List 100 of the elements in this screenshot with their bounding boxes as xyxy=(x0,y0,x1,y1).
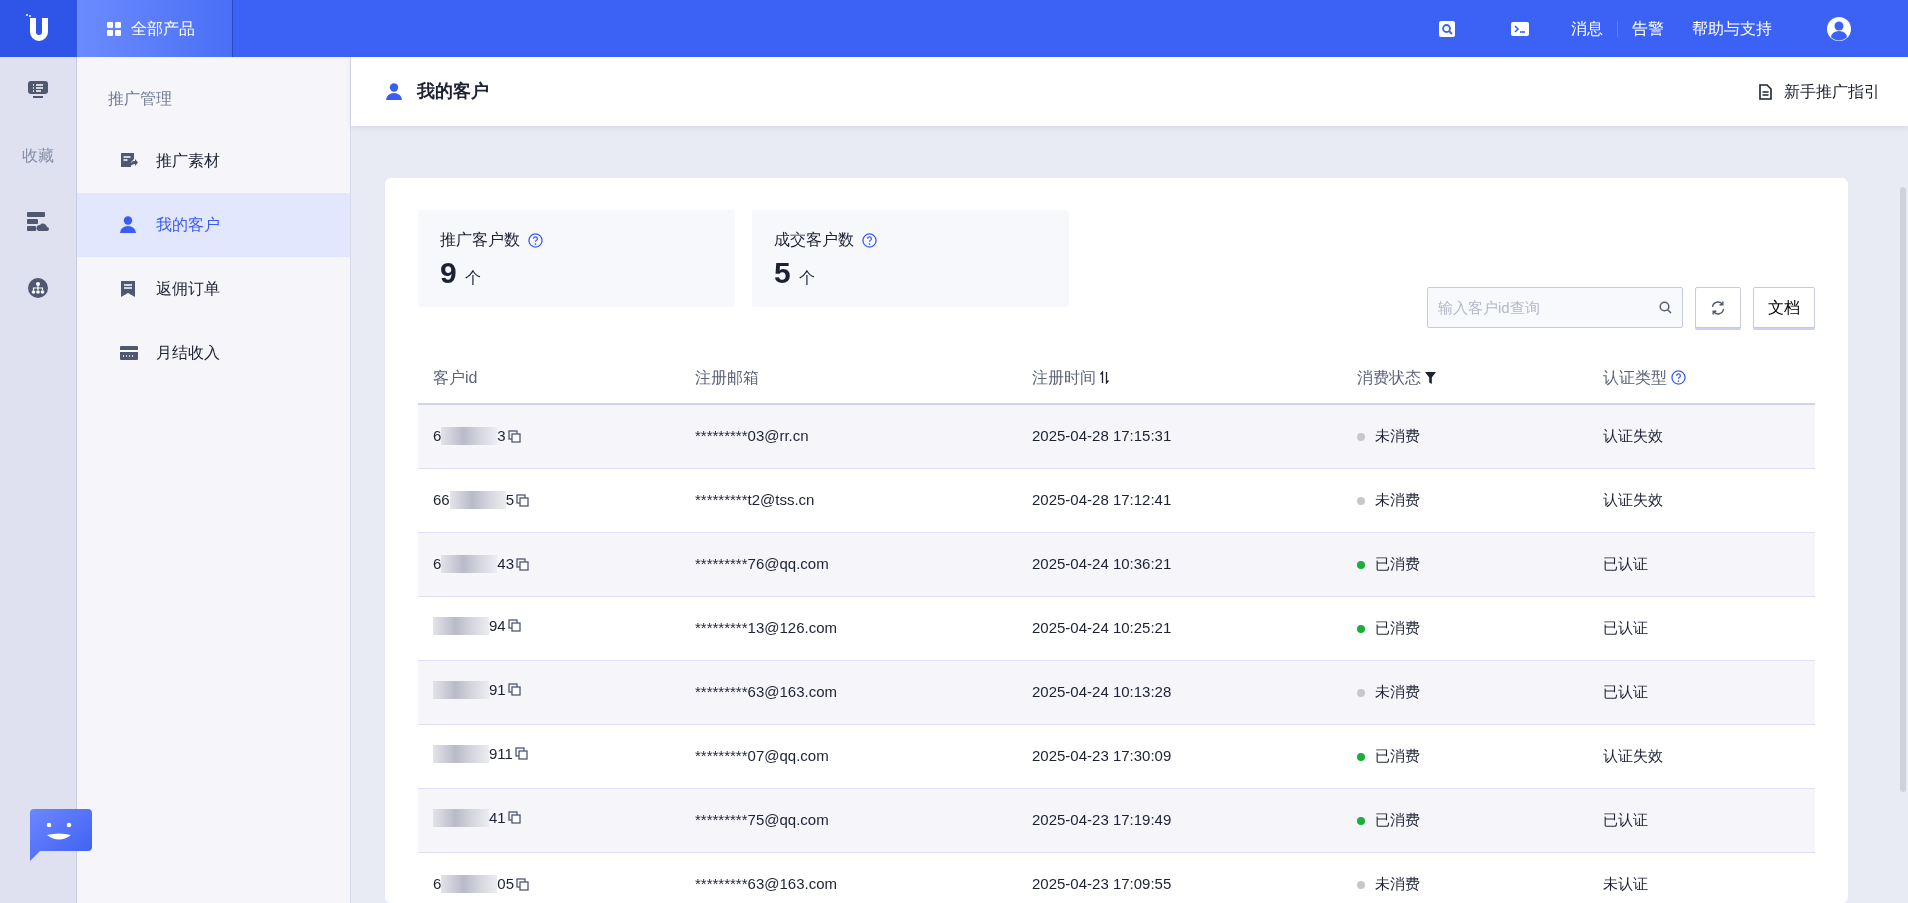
redaction-block xyxy=(441,875,498,893)
table-cell: 已消费 xyxy=(1375,746,1420,764)
column-header: 认证类型 xyxy=(1603,367,1667,388)
table-cell-text: 66 xyxy=(433,489,450,510)
table-cell: *********75@qq.com xyxy=(695,810,829,828)
table-cell: 已消费 xyxy=(1375,618,1420,636)
table-cell: 未消费 xyxy=(1375,490,1420,508)
table-cell-text: 6 xyxy=(433,426,442,446)
column-header: 注册时间 xyxy=(1032,367,1096,388)
sidebar-item[interactable]: 月结收入 xyxy=(77,321,350,385)
guide-link[interactable]: 新手推广指引 xyxy=(1759,79,1880,104)
docs-button[interactable]: 文档 xyxy=(1753,287,1815,328)
top-nav-link[interactable]: 告警 xyxy=(1618,16,1678,41)
table-cell-text: 6 xyxy=(433,553,442,574)
copy-icon[interactable] xyxy=(507,811,521,825)
all-products-button[interactable]: 全部产品 xyxy=(77,0,233,57)
redaction-block xyxy=(449,491,506,509)
table-cell-text: 5 xyxy=(505,489,515,510)
table-cell-text: 05 xyxy=(497,873,515,894)
copy-icon[interactable] xyxy=(516,877,530,891)
favorites-label[interactable]: 收藏 xyxy=(22,123,54,189)
table-cell: 已认证 xyxy=(1603,618,1648,636)
sidebar-item[interactable]: 我的客户 xyxy=(77,193,350,257)
stat-label: 推广客户数 xyxy=(440,230,520,250)
copy-icon[interactable] xyxy=(516,493,530,507)
sidebar-item[interactable]: 推广素材 xyxy=(77,129,350,193)
table-cell: 已消费 xyxy=(1375,554,1420,572)
top-nav-link[interactable]: 消息 xyxy=(1557,16,1617,41)
table-cell: *********13@126.com xyxy=(695,618,837,636)
sidebar-item[interactable]: 返佣订单 xyxy=(77,257,350,321)
table-cell: 未消费 xyxy=(1375,427,1420,444)
search-field[interactable]: 输入客户id查询 xyxy=(1427,287,1683,328)
table-cell-text: 43 xyxy=(497,553,515,574)
avatar-icon[interactable] xyxy=(1826,15,1852,42)
copy-icon[interactable] xyxy=(516,557,530,571)
document-share-icon xyxy=(120,152,138,170)
user-icon xyxy=(386,83,402,100)
stat-unit: 个 xyxy=(798,268,815,288)
refresh-icon xyxy=(1710,300,1726,317)
table-cell-text: 41 xyxy=(489,807,506,828)
card-icon xyxy=(120,344,138,362)
sidebar-section-title: 推广管理 xyxy=(107,89,173,109)
column-header: 注册邮箱 xyxy=(695,367,759,388)
redaction-block xyxy=(433,616,489,635)
table-cell: 2025-04-24 10:36:21 xyxy=(1032,554,1172,572)
table-cell-text: 911 xyxy=(489,743,513,764)
table-cell: 已认证 xyxy=(1603,810,1648,828)
copy-icon[interactable] xyxy=(507,619,521,633)
stat-unit: 个 xyxy=(464,268,481,288)
copy-icon[interactable] xyxy=(514,747,528,761)
table-cell-text: 6 xyxy=(433,873,442,894)
table-cell: 认证失效 xyxy=(1603,746,1663,764)
column-header: 消费状态 xyxy=(1357,367,1421,388)
stat-label: 成交客户数 xyxy=(774,230,854,250)
filter-icon[interactable] xyxy=(1425,371,1436,384)
table-cell: 认证失效 xyxy=(1603,427,1663,444)
logo[interactable] xyxy=(0,0,77,57)
redaction-block xyxy=(433,744,489,763)
table-cell: 已消费 xyxy=(1375,810,1420,828)
refresh-button[interactable] xyxy=(1695,287,1741,328)
table-cell: *********63@163.com xyxy=(695,682,837,700)
help-icon[interactable] xyxy=(1671,370,1686,385)
table-cell: 未消费 xyxy=(1375,874,1420,892)
top-nav-link[interactable]: 帮助与支持 xyxy=(1678,16,1786,41)
copy-icon[interactable] xyxy=(507,683,521,697)
user-icon xyxy=(120,216,138,234)
table-cell: *********63@163.com xyxy=(695,874,837,892)
search-icon xyxy=(1439,20,1455,37)
table-cell: 2025-04-23 17:09:55 xyxy=(1032,874,1172,892)
table-cell: 认证失效 xyxy=(1603,490,1663,508)
copy-icon[interactable] xyxy=(507,429,521,443)
table-cell: 2025-04-24 10:25:21 xyxy=(1032,618,1172,636)
table-cell-text: 91 xyxy=(489,679,506,700)
redaction-block xyxy=(433,680,489,699)
help-icon[interactable] xyxy=(862,232,877,248)
table-cell: 2025-04-28 17:15:31 xyxy=(1032,427,1172,444)
scrollbar[interactable] xyxy=(1900,187,1906,792)
redaction-block xyxy=(433,808,489,827)
redaction-block xyxy=(441,427,498,446)
table-cell-text: 94 xyxy=(489,615,506,636)
receipt-icon xyxy=(120,280,138,298)
help-icon[interactable] xyxy=(528,232,543,248)
search-icon xyxy=(1659,301,1672,314)
stat-value: 9 xyxy=(440,256,457,289)
table-cell: 已认证 xyxy=(1603,682,1648,700)
table-cell: *********76@qq.com xyxy=(695,554,829,572)
document-icon xyxy=(1759,83,1772,100)
stat-value: 5 xyxy=(774,256,791,289)
table-cell: *********03@rr.cn xyxy=(695,427,809,444)
table-cell: *********t2@tss.cn xyxy=(695,490,815,508)
redaction-block xyxy=(441,555,498,573)
grid-icon xyxy=(107,21,121,36)
sort-icon[interactable] xyxy=(1100,371,1109,384)
table-cell: 2025-04-23 17:30:09 xyxy=(1032,746,1172,764)
table-cell-text: 3 xyxy=(497,426,506,446)
column-header: 客户id xyxy=(433,367,478,388)
chat-assistant-icon[interactable] xyxy=(30,809,92,861)
table-cell: 2025-04-28 17:12:41 xyxy=(1032,490,1172,508)
terminal-icon xyxy=(1511,21,1529,36)
table-cell: 未认证 xyxy=(1603,874,1648,892)
